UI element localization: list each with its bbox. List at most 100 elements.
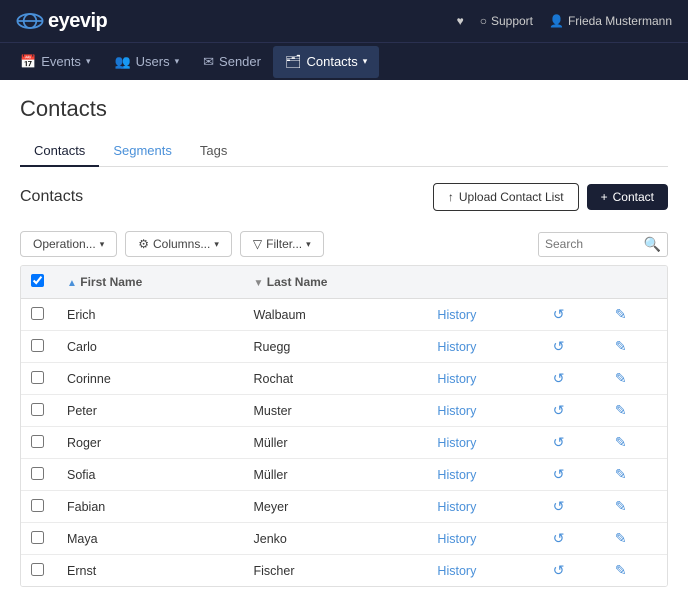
tab-contacts[interactable]: Contacts xyxy=(20,136,99,167)
history-link[interactable]: History xyxy=(437,340,476,354)
sort-down-icon: ▼ xyxy=(254,278,264,289)
contacts-dropdown-icon: ▾ xyxy=(363,56,368,67)
navbar: eyevip ♥ ○ Support 👤 Frieda Mustermann xyxy=(0,0,688,42)
refresh-icon[interactable]: ↺ xyxy=(553,306,565,322)
edit-icon[interactable]: ✎ xyxy=(615,402,627,418)
row-checkbox-cell xyxy=(21,331,57,363)
history-link[interactable]: History xyxy=(437,468,476,482)
check-all-checkbox[interactable] xyxy=(31,274,44,287)
subnav-item-events[interactable]: 📅 Events ▾ xyxy=(8,46,102,78)
row-first-name: Sofia xyxy=(57,459,244,491)
row-checkbox[interactable] xyxy=(31,435,44,448)
operation-button[interactable]: Operation... ▾ xyxy=(20,231,117,257)
history-link[interactable]: History xyxy=(437,308,476,322)
subnav-item-sender[interactable]: ✉ Sender xyxy=(191,46,273,78)
upload-icon: ↑ xyxy=(448,190,454,204)
history-link[interactable]: History xyxy=(437,404,476,418)
subnav-item-users[interactable]: 👥 Users ▾ xyxy=(102,46,191,78)
logo[interactable]: eyevip xyxy=(16,10,107,33)
refresh-icon[interactable]: ↺ xyxy=(553,530,565,546)
subnav: 📅 Events ▾ 👥 Users ▾ ✉ Sender 🗂 Contacts… xyxy=(0,42,688,80)
heart-icon[interactable]: ♥ xyxy=(457,14,464,28)
history-link[interactable]: History xyxy=(437,372,476,386)
search-icon[interactable]: 🔍 xyxy=(644,236,661,253)
support-link[interactable]: ○ Support xyxy=(480,14,533,28)
add-contact-button[interactable]: + Contact xyxy=(587,184,668,210)
edit-icon[interactable]: ✎ xyxy=(615,562,627,578)
row-refresh-cell: ↺ xyxy=(543,395,605,427)
search-wrapper: 🔍 xyxy=(538,232,668,257)
row-checkbox-cell xyxy=(21,523,57,555)
sender-icon: ✉ xyxy=(203,54,214,70)
row-last-name: Meyer xyxy=(244,491,428,523)
refresh-icon[interactable]: ↺ xyxy=(553,466,565,482)
search-input[interactable] xyxy=(545,237,644,251)
row-edit-cell: ✎ xyxy=(605,459,667,491)
refresh-icon[interactable]: ↺ xyxy=(553,370,565,386)
edit-icon[interactable]: ✎ xyxy=(615,338,627,354)
upload-contact-list-button[interactable]: ↑ Upload Contact List xyxy=(433,183,579,211)
users-icon: 👥 xyxy=(114,54,130,70)
history-link[interactable]: History xyxy=(437,532,476,546)
row-history-cell: History xyxy=(427,459,542,491)
last-name-header[interactable]: ▼ Last Name xyxy=(244,266,428,299)
navbar-left: eyevip xyxy=(16,10,107,33)
refresh-col-header xyxy=(543,266,605,299)
logo-text: eyevip xyxy=(48,10,107,33)
plus-icon: + xyxy=(601,190,608,204)
row-checkbox[interactable] xyxy=(31,371,44,384)
logo-svg xyxy=(16,12,44,30)
history-link[interactable]: History xyxy=(437,500,476,514)
sort-up-icon: ▲ xyxy=(67,278,77,289)
columns-button[interactable]: ⚙ Columns... ▾ xyxy=(125,231,232,257)
contacts-table: ▲ First Name ▼ Last Name Erich Wa xyxy=(21,266,667,586)
row-checkbox-cell xyxy=(21,555,57,587)
history-link[interactable]: History xyxy=(437,436,476,450)
refresh-icon[interactable]: ↺ xyxy=(553,402,565,418)
row-checkbox[interactable] xyxy=(31,339,44,352)
refresh-icon[interactable]: ↺ xyxy=(553,338,565,354)
row-last-name: Fischer xyxy=(244,555,428,587)
row-history-cell: History xyxy=(427,395,542,427)
section-title: Contacts xyxy=(20,188,83,206)
row-first-name: Roger xyxy=(57,427,244,459)
row-checkbox[interactable] xyxy=(31,531,44,544)
edit-icon[interactable]: ✎ xyxy=(615,370,627,386)
refresh-icon[interactable]: ↺ xyxy=(553,434,565,450)
row-checkbox[interactable] xyxy=(31,467,44,480)
row-checkbox[interactable] xyxy=(31,403,44,416)
row-history-cell: History xyxy=(427,331,542,363)
edit-icon[interactable]: ✎ xyxy=(615,530,627,546)
history-link[interactable]: History xyxy=(437,564,476,578)
filter-button[interactable]: ▽ Filter... ▾ xyxy=(240,231,324,257)
table-row: Peter Muster History ↺ ✎ xyxy=(21,395,667,427)
operation-dropdown-icon: ▾ xyxy=(100,239,105,250)
row-last-name: Rochat xyxy=(244,363,428,395)
row-last-name: Walbaum xyxy=(244,299,428,331)
row-edit-cell: ✎ xyxy=(605,395,667,427)
edit-icon[interactable]: ✎ xyxy=(615,434,627,450)
tab-tags[interactable]: Tags xyxy=(186,136,241,167)
row-checkbox[interactable] xyxy=(31,307,44,320)
tab-segments[interactable]: Segments xyxy=(99,136,186,167)
edit-col-header xyxy=(605,266,667,299)
columns-dropdown-icon: ▾ xyxy=(214,239,219,250)
subnav-item-contacts[interactable]: 🗂 Contacts ▾ xyxy=(273,46,379,78)
events-icon: 📅 xyxy=(20,54,36,70)
row-checkbox[interactable] xyxy=(31,563,44,576)
first-name-header[interactable]: ▲ First Name xyxy=(57,266,244,299)
header-buttons: ↑ Upload Contact List + Contact xyxy=(433,183,668,211)
row-edit-cell: ✎ xyxy=(605,363,667,395)
row-checkbox[interactable] xyxy=(31,499,44,512)
edit-icon[interactable]: ✎ xyxy=(615,306,627,322)
refresh-icon[interactable]: ↺ xyxy=(553,498,565,514)
row-last-name: Ruegg xyxy=(244,331,428,363)
edit-icon[interactable]: ✎ xyxy=(615,498,627,514)
user-menu[interactable]: 👤 Frieda Mustermann xyxy=(549,14,672,28)
refresh-icon[interactable]: ↺ xyxy=(553,562,565,578)
row-history-cell: History xyxy=(427,363,542,395)
contacts-icon: 🗂 xyxy=(285,54,302,70)
table-row: Maya Jenko History ↺ ✎ xyxy=(21,523,667,555)
edit-icon[interactable]: ✎ xyxy=(615,466,627,482)
row-last-name: Müller xyxy=(244,459,428,491)
